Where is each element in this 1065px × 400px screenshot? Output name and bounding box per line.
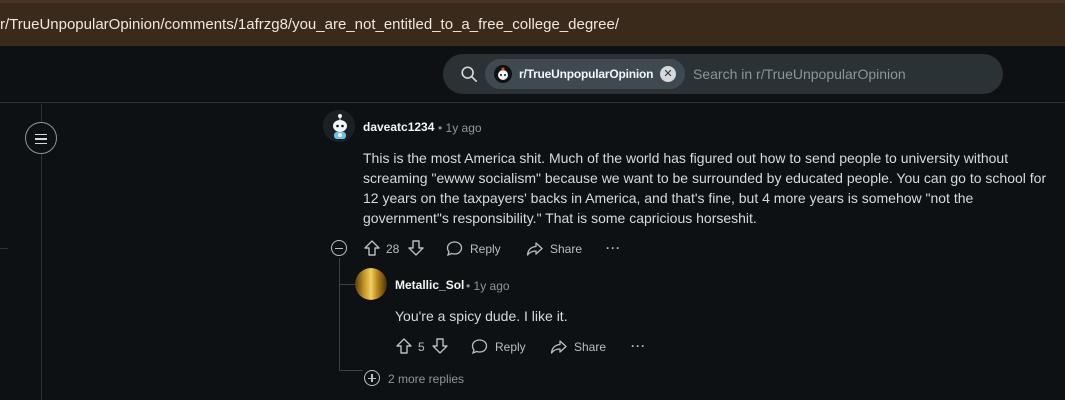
reply-label: Reply bbox=[495, 339, 526, 354]
menu-button[interactable] bbox=[25, 122, 57, 154]
thread-branch bbox=[339, 370, 363, 371]
thread-branch bbox=[339, 284, 355, 285]
upvote-button[interactable] bbox=[395, 337, 413, 355]
close-icon[interactable]: ✕ bbox=[660, 66, 676, 82]
search-icon bbox=[461, 66, 478, 83]
more-replies-link[interactable]: 2 more replies bbox=[388, 372, 464, 386]
vote-score: 5 bbox=[418, 340, 425, 354]
minus-icon bbox=[335, 247, 343, 249]
share-icon bbox=[550, 340, 567, 354]
url-text[interactable]: r/TrueUnpopularOpinion/comments/1afrzg8/… bbox=[0, 16, 619, 33]
community-chip-label: r/TrueUnpopularOpinion bbox=[519, 67, 654, 81]
upvote-button[interactable] bbox=[363, 239, 381, 257]
share-label: Share bbox=[550, 241, 583, 256]
meta-separator: • bbox=[438, 121, 443, 135]
search-box[interactable]: r/TrueUnpopularOpinion ✕ bbox=[443, 54, 1003, 94]
reply-button[interactable]: Reply bbox=[471, 338, 526, 355]
comment-time[interactable]: 1y ago bbox=[446, 121, 482, 135]
collapse-thread-button[interactable] bbox=[331, 240, 347, 256]
share-button[interactable]: Share bbox=[526, 240, 582, 257]
downvote-button[interactable] bbox=[407, 239, 425, 257]
comment-time[interactable]: 1y ago bbox=[474, 279, 510, 293]
comment-author[interactable]: Metallic_Sol bbox=[395, 278, 464, 292]
comment-meta: • 1y ago bbox=[466, 279, 510, 293]
comment-body: This is the most America shit. Much of t… bbox=[363, 150, 1047, 226]
comment-author[interactable]: daveatc1234 bbox=[363, 120, 434, 134]
more-options-button[interactable]: ··· bbox=[606, 241, 621, 255]
downvote-icon bbox=[408, 240, 424, 256]
comment-meta: • 1y ago bbox=[438, 121, 482, 135]
downvote-icon bbox=[432, 338, 448, 354]
downvote-button[interactable] bbox=[431, 337, 449, 355]
upvote-icon bbox=[364, 240, 380, 256]
share-button[interactable]: Share bbox=[550, 338, 606, 355]
thread-line[interactable] bbox=[339, 258, 340, 370]
chat-bubble-icon bbox=[446, 241, 463, 257]
browser-url-bar[interactable]: r/TrueUnpopularOpinion/comments/1afrzg8/… bbox=[0, 0, 1065, 46]
more-options-button[interactable]: ··· bbox=[631, 339, 646, 353]
community-avatar-icon bbox=[494, 65, 512, 83]
comment-body: You're a spicy dude. I like it. bbox=[395, 308, 568, 324]
reply-button[interactable]: Reply bbox=[446, 240, 501, 257]
vote-score: 28 bbox=[386, 242, 400, 256]
avatar[interactable] bbox=[355, 268, 387, 300]
avatar[interactable] bbox=[323, 110, 355, 142]
search-input[interactable] bbox=[693, 64, 983, 84]
left-divider-tick bbox=[0, 248, 8, 249]
meta-separator: • bbox=[466, 279, 471, 293]
chat-bubble-icon bbox=[471, 339, 488, 355]
share-icon bbox=[526, 242, 543, 256]
expand-replies-button[interactable] bbox=[364, 370, 380, 386]
share-label: Share bbox=[574, 339, 607, 354]
top-navigation: r/TrueUnpopularOpinion ✕ bbox=[0, 46, 1065, 103]
upvote-icon bbox=[396, 338, 412, 354]
reply-label: Reply bbox=[470, 241, 501, 256]
community-filter-chip[interactable]: r/TrueUnpopularOpinion ✕ bbox=[485, 59, 685, 89]
